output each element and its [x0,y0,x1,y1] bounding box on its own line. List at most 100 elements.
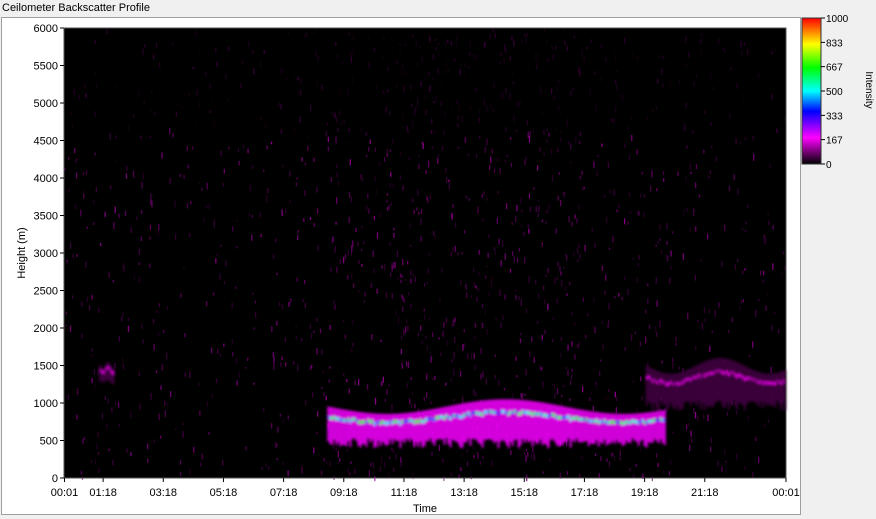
noise-speck [434,38,436,42]
y-tick-label: 5500 [34,61,58,73]
noise-speck [579,140,581,145]
noise-speck [392,262,394,269]
noise-speck [451,105,453,110]
residual-layer-core [743,377,747,381]
boundary-layer-column [389,413,392,440]
noise-speck [206,182,208,190]
residual-layer-core [772,381,775,385]
residual-layer-core [709,371,712,375]
residual-layer-column [755,371,759,404]
noise-speck [606,216,608,224]
noise-speck [655,453,658,458]
noise-speck [223,343,225,347]
noise-speck [637,56,639,60]
noise-speck [614,295,616,299]
noise-speck [94,40,96,44]
noise-speck [363,300,366,303]
noise-speck [555,228,557,234]
residual-layer-core [699,375,702,379]
noise-speck [350,56,353,63]
noise-speck [138,90,140,97]
boundary-layer-core [415,419,418,423]
noise-speck [564,253,567,257]
noise-speck [469,107,472,111]
noise-speck [627,288,629,295]
boundary-layer-column [639,413,642,442]
noise-speck [491,461,493,467]
boundary-layer-core [603,419,606,423]
noise-speck [731,317,734,323]
boundary-layer-core [609,421,612,424]
boundary-layer-core [463,413,466,417]
boundary-layer-column [495,399,498,442]
boundary-layer-core [529,411,532,415]
boundary-layer-column [409,412,412,439]
boundary-layer-core [571,416,574,420]
noise-speck [629,211,632,214]
noise-speck [659,238,661,241]
noise-speck [479,109,481,114]
noise-speck [619,456,621,461]
noise-speck [582,297,585,302]
noise-speck [118,424,120,427]
noise-speck [454,317,456,322]
boundary-layer-column [609,413,612,444]
noise-speck [342,257,345,264]
noise-speck [203,217,205,222]
noise-speck [254,300,257,304]
boundary-layer-column [469,402,472,446]
noise-speck [426,391,428,399]
noise-speck [589,88,591,96]
residual-layer-column [669,373,672,403]
noise-speck [474,88,476,91]
boundary-layer-column [435,408,438,441]
noise-speck [627,221,629,225]
noise-speck [301,337,303,342]
boundary-layer-core [481,413,484,417]
residual-layer-core [695,376,698,379]
noise-speck [350,53,352,56]
noise-speck [117,401,120,408]
noise-speck [566,471,569,475]
residual-layer-column [751,369,755,402]
noise-speck [245,446,247,451]
noise-speck [384,461,386,468]
residual-layer-column [675,373,678,406]
boundary-layer-core [361,420,364,424]
noise-speck [400,279,402,284]
noise-speck [335,136,337,143]
boundary-layer-core [443,416,446,420]
noise-speck [284,337,286,342]
boundary-layer-column [555,405,558,445]
boundary-layer-core [597,421,600,425]
boundary-layer-core [467,411,470,415]
noise-speck [656,300,658,307]
noise-speck [461,115,463,123]
noise-speck [555,126,557,131]
noise-speck [571,221,573,227]
noise-speck [520,393,522,398]
noise-speck [685,424,688,430]
noise-speck [317,411,319,417]
boundary-layer-column [361,412,364,445]
residual-layer-core [780,381,783,385]
boundary-layer-core [417,420,420,424]
noise-speck [687,312,689,320]
noise-speck [709,345,711,352]
noise-speck [515,295,517,300]
noise-speck [758,456,760,464]
noise-speck [553,95,555,99]
boundary-layer-core [349,420,352,423]
noise-speck [354,380,356,386]
noise-speck [66,259,68,262]
noise-speck [767,212,769,217]
boundary-layer-core [501,410,504,413]
noise-speck [614,391,616,398]
noise-speck [122,363,125,370]
boundary-layer-core [373,422,376,426]
residual-layer-column [749,369,753,402]
noise-speck [688,423,690,428]
residual-layer-core [649,377,652,380]
noise-speck [114,206,116,214]
noise-speck [490,104,492,111]
